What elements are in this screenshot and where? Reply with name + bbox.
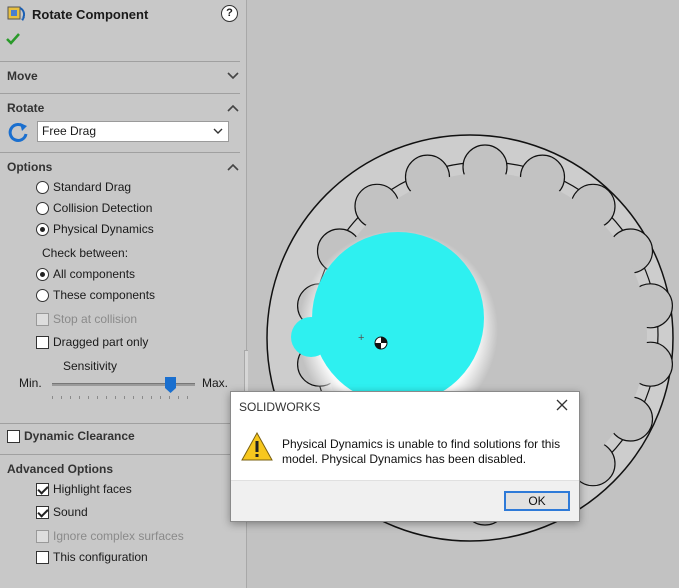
rotate-mode-select[interactable]: Free Drag <box>37 121 229 142</box>
checkbox-checked[interactable] <box>36 506 49 519</box>
section-options-header[interactable]: Options <box>7 160 241 176</box>
dialog-title: SOLIDWORKS <box>239 400 321 414</box>
property-manager-panel: Rotate Component ? Move Rotate Free Drag… <box>0 0 247 588</box>
check-between-label: Check between: <box>42 246 129 260</box>
chevron-down-icon <box>213 128 223 134</box>
checkbox-label: Ignore complex surfaces <box>53 529 184 543</box>
origin-plus-marker: + <box>358 332 364 344</box>
chevron-up-icon[interactable] <box>227 162 239 172</box>
divider <box>0 61 240 62</box>
panel-title: Rotate Component <box>32 7 149 22</box>
radio-label: Standard Drag <box>53 180 132 194</box>
sensitivity-label: Sensitivity <box>63 359 118 373</box>
dialog-footer: OK <box>231 480 579 521</box>
ok-checkmark-icon[interactable] <box>6 32 20 46</box>
section-move-header[interactable]: Move <box>7 69 241 85</box>
checkbox-label: Sound <box>53 505 88 519</box>
radio-button[interactable] <box>36 181 49 194</box>
checkbox-label: Dynamic Clearance <box>24 429 135 443</box>
sensitivity-max-label: Max. <box>202 376 229 390</box>
radio-label: Collision Detection <box>53 201 153 215</box>
warning-icon <box>241 432 273 461</box>
checkbox-checked[interactable] <box>36 483 49 496</box>
radio-button[interactable] <box>36 202 49 215</box>
checkbox-label: Highlight faces <box>53 482 132 496</box>
checkbox-label: This configuration <box>53 550 148 564</box>
radio-label: These components <box>53 288 156 302</box>
chevron-up-icon[interactable] <box>227 103 239 113</box>
section-options-label: Options <box>7 160 53 174</box>
section-advanced-label: Advanced Options <box>7 462 114 476</box>
error-dialog: SOLIDWORKS Physical Dynamics is unable t… <box>230 391 580 522</box>
divider <box>0 93 240 94</box>
checkbox <box>36 313 49 326</box>
radio-label: Physical Dynamics <box>53 222 154 236</box>
rotate-component-icon <box>7 6 26 21</box>
sensitivity-slider-thumb[interactable] <box>165 377 176 393</box>
center-of-mass-icon <box>374 336 388 350</box>
divider <box>0 152 240 153</box>
checkbox[interactable] <box>36 551 49 564</box>
section-rotate-label: Rotate <box>7 101 45 115</box>
checkbox-label: Dragged part only <box>53 335 149 349</box>
ok-button[interactable]: OK <box>504 491 570 511</box>
radio-button-selected[interactable] <box>36 268 49 281</box>
dialog-message: Physical Dynamics is unable to find solu… <box>282 437 561 466</box>
divider <box>0 423 240 424</box>
section-rotate-header[interactable]: Rotate <box>7 101 241 117</box>
radio-button-selected[interactable] <box>36 223 49 236</box>
checkbox-label: Stop at collision <box>53 312 138 326</box>
panel-header: Rotate Component ? <box>6 4 242 26</box>
radio-button[interactable] <box>36 289 49 302</box>
sensitivity-min-label: Min. <box>19 376 42 390</box>
rotate-mode-value: Free Drag <box>42 124 97 138</box>
divider <box>0 454 240 455</box>
checkbox[interactable] <box>36 336 49 349</box>
chevron-down-icon[interactable] <box>227 71 239 81</box>
section-move-label: Move <box>7 69 38 83</box>
free-drag-rotate-icon <box>8 122 28 142</box>
checkbox <box>36 530 49 543</box>
checkbox[interactable] <box>7 430 20 443</box>
help-icon[interactable]: ? <box>221 5 238 22</box>
section-advanced-header[interactable]: Advanced Options <box>7 462 241 478</box>
close-icon[interactable] <box>555 398 569 412</box>
slider-ticks <box>52 396 195 399</box>
radio-label: All components <box>53 267 136 281</box>
